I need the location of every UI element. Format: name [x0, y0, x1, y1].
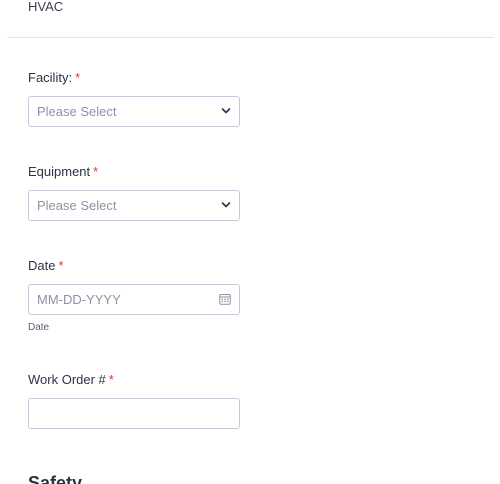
equipment-field: Equipment * Please Select [28, 164, 240, 221]
work-order-field: Work Order # * [28, 372, 240, 429]
equipment-select-placeholder: Please Select [37, 198, 117, 213]
required-mark: * [75, 70, 81, 85]
date-label-text: Date [28, 258, 56, 273]
calendar-icon[interactable] [219, 293, 231, 305]
form-page: HVAC Facility: * Please Select Equipment *… [0, 0, 500, 484]
required-mark: * [58, 258, 64, 273]
work-order-label: Work Order # * [28, 372, 240, 388]
facility-select[interactable]: Please Select [28, 96, 240, 127]
required-mark: * [93, 164, 99, 179]
equipment-label: Equipment * [28, 164, 240, 180]
required-mark: * [108, 372, 114, 387]
facility-label: Facility: * [28, 70, 240, 86]
divider [7, 37, 494, 38]
date-input[interactable]: MM-DD-YYYY [28, 284, 240, 315]
facility-field: Facility: * Please Select [28, 70, 240, 127]
date-field: Date * MM-DD-YYYY Date [28, 258, 240, 333]
chevron-down-icon [221, 202, 231, 208]
date-label: Date * [28, 258, 240, 274]
equipment-select[interactable]: Please Select [28, 190, 240, 221]
chevron-down-icon [221, 108, 231, 114]
date-sublabel: Date [28, 322, 50, 333]
work-order-label-text: Work Order # [28, 372, 106, 387]
equipment-label-text: Equipment [28, 164, 91, 179]
form-header: HVAC [28, 0, 64, 14]
date-input-placeholder: MM-DD-YYYY [37, 292, 121, 307]
facility-label-text: Facility: [28, 70, 73, 85]
section-title-safety: Safety [28, 473, 83, 484]
facility-select-placeholder: Please Select [37, 104, 117, 119]
work-order-input[interactable] [28, 398, 240, 429]
